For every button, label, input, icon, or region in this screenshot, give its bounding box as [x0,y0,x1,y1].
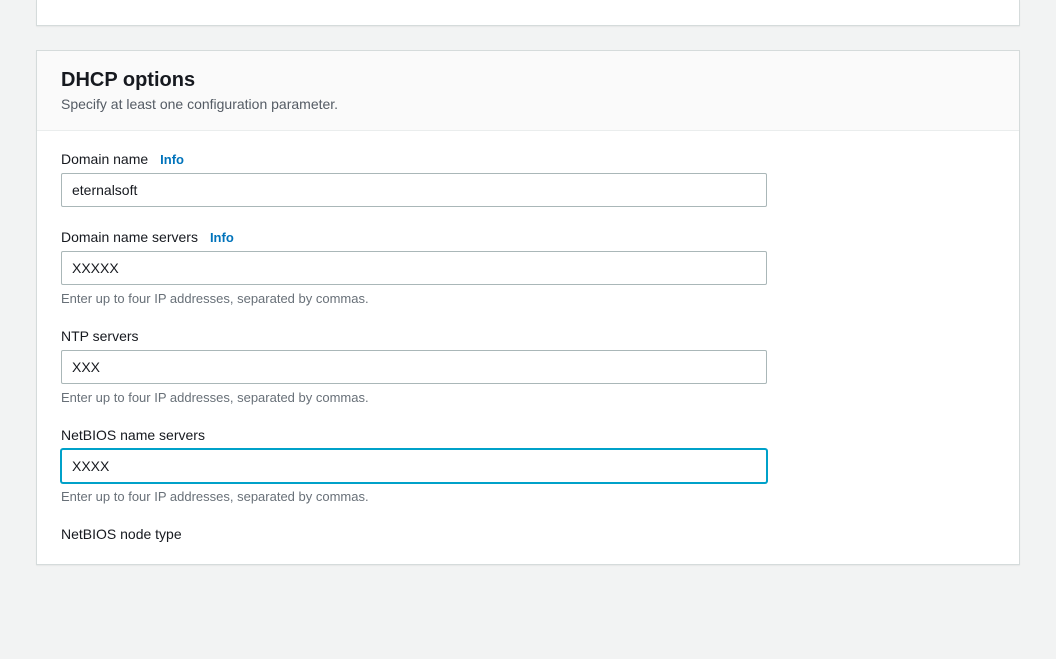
label-text-domain-name-servers: Domain name servers [61,229,198,245]
field-label-domain-name: Domain name Info [61,151,995,167]
field-domain-name: Domain name Info [61,151,995,207]
field-domain-name-servers: Domain name servers Info Enter up to fou… [61,229,995,306]
field-label-netbios-node-type: NetBIOS node type [61,526,995,542]
label-text-netbios-node-type: NetBIOS node type [61,526,182,542]
panel-subtitle: Specify at least one configuration param… [61,96,995,112]
hint-ntp-servers: Enter up to four IP addresses, separated… [61,390,995,405]
input-ntp-servers[interactable] [61,350,767,384]
panel-header: DHCP options Specify at least one config… [37,51,1019,131]
label-text-netbios-name-servers: NetBIOS name servers [61,427,205,443]
panel-body: Domain name Info Domain name servers Inf… [37,131,1019,542]
field-netbios-node-type: NetBIOS node type [61,526,995,542]
field-label-domain-name-servers: Domain name servers Info [61,229,995,245]
previous-panel-stub [36,0,1020,26]
label-text-domain-name: Domain name [61,151,148,167]
info-link-domain-name-servers[interactable]: Info [210,230,234,245]
input-netbios-name-servers[interactable] [61,449,767,483]
field-label-netbios-name-servers: NetBIOS name servers [61,427,995,443]
input-domain-name-servers[interactable] [61,251,767,285]
input-domain-name[interactable] [61,173,767,207]
field-ntp-servers: NTP servers Enter up to four IP addresse… [61,328,995,405]
hint-domain-name-servers: Enter up to four IP addresses, separated… [61,291,995,306]
field-netbios-name-servers: NetBIOS name servers Enter up to four IP… [61,427,995,504]
hint-netbios-name-servers: Enter up to four IP addresses, separated… [61,489,995,504]
label-text-ntp-servers: NTP servers [61,328,139,344]
info-link-domain-name[interactable]: Info [160,152,184,167]
dhcp-options-panel: DHCP options Specify at least one config… [36,50,1020,565]
panel-title: DHCP options [61,69,995,92]
field-label-ntp-servers: NTP servers [61,328,995,344]
